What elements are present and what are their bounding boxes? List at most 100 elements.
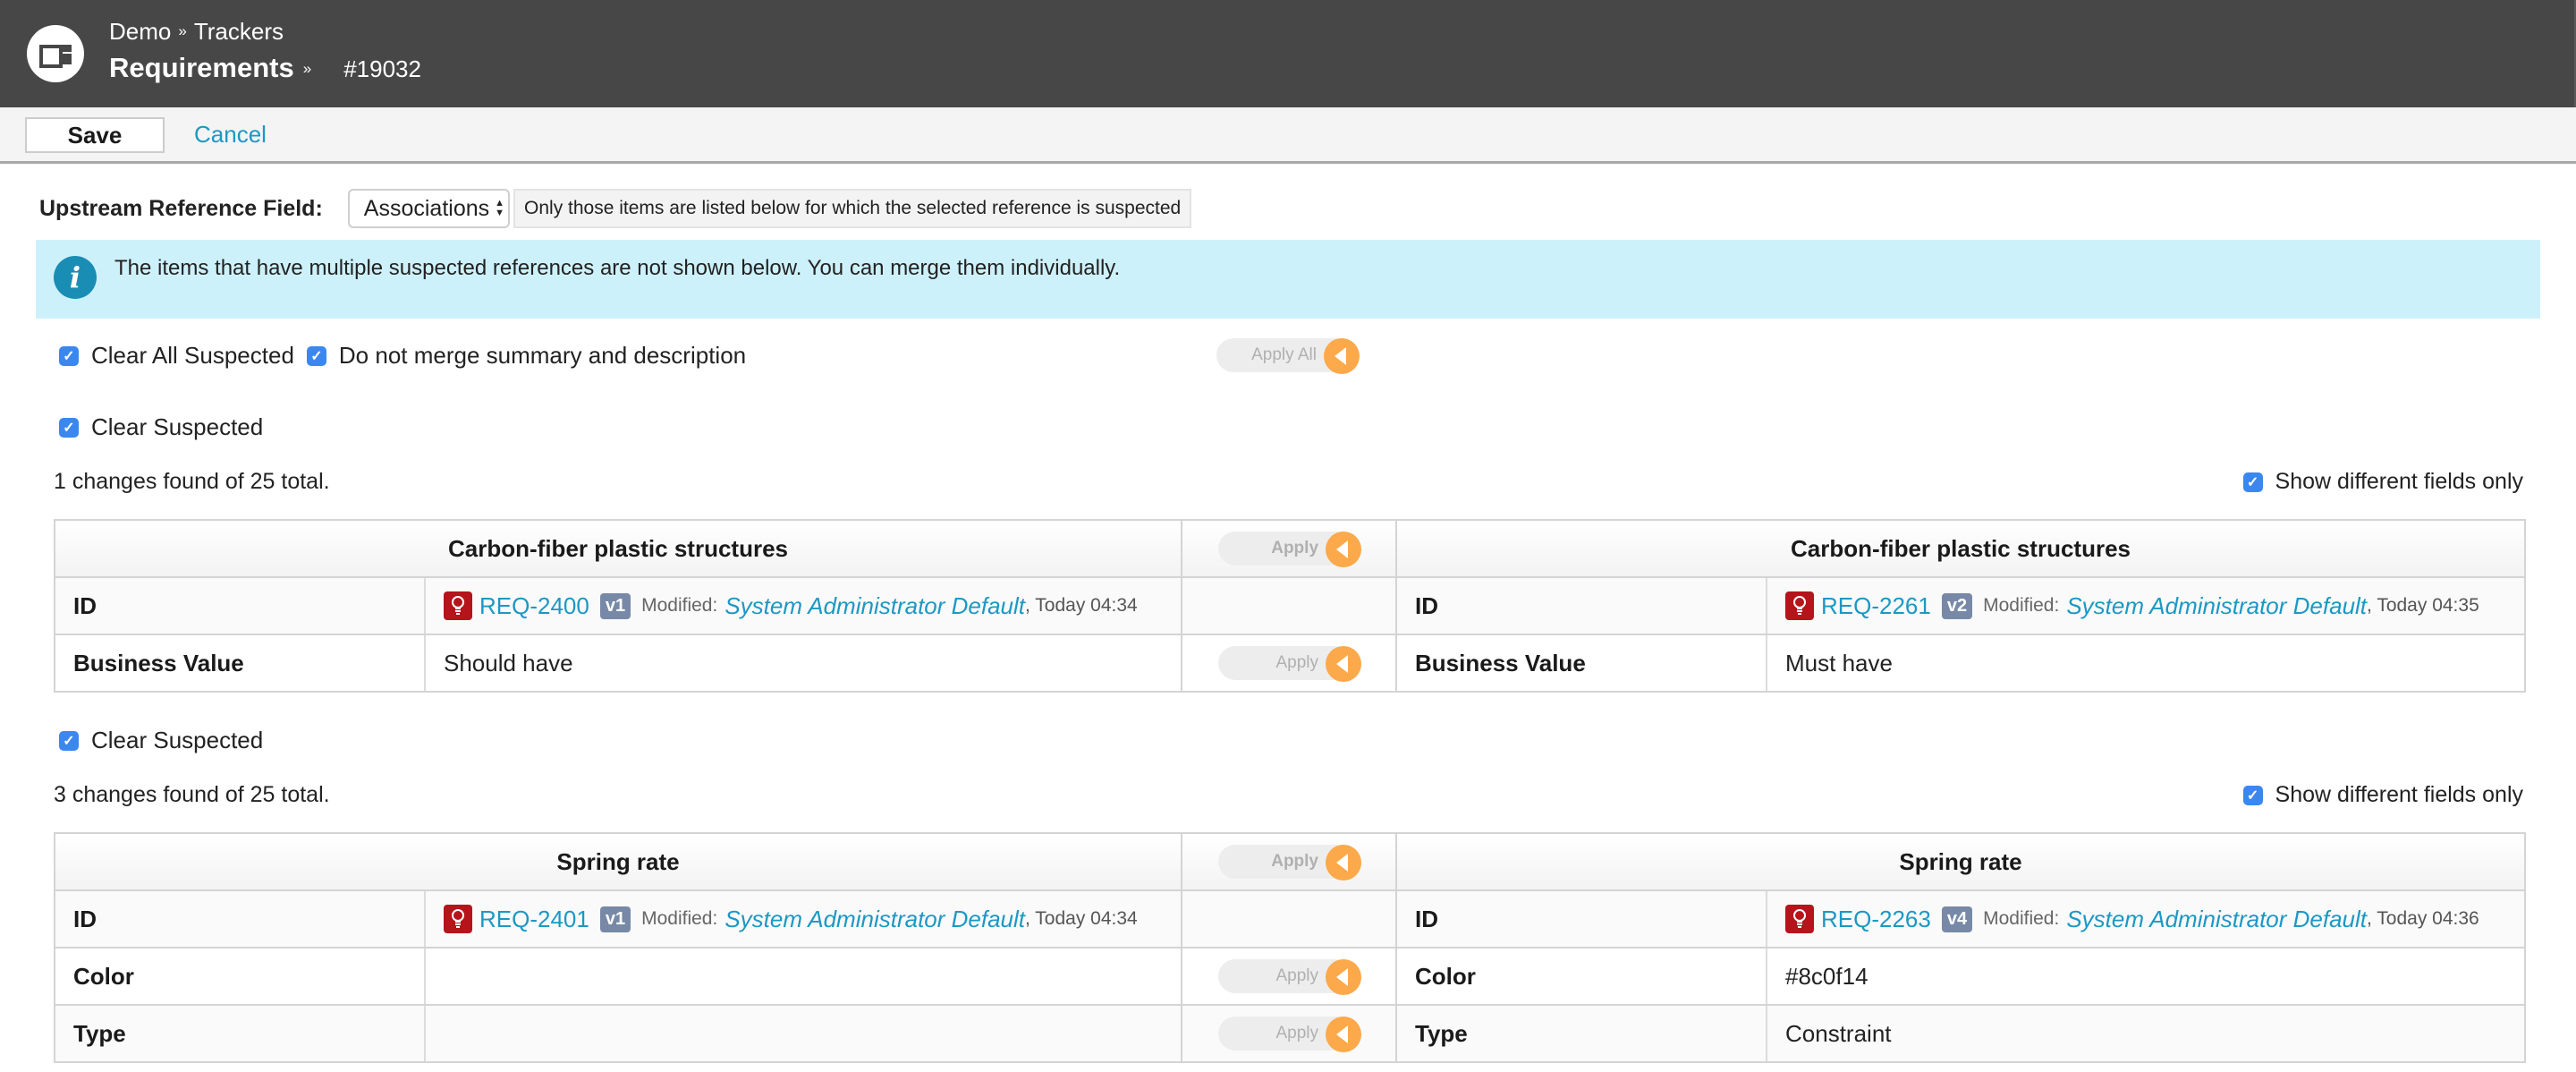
arrow-left-icon <box>1326 532 1362 567</box>
breadcrumb-separator: » <box>178 22 187 39</box>
table-row: Type Apply Type Constraint <box>54 1004 2526 1063</box>
upstream-reference-row: Upstream Reference Field: Associations ▲… <box>39 188 1192 229</box>
apply-cell: Apply <box>1181 947 1397 1006</box>
field-name: ID <box>1395 576 1768 635</box>
table-row-id: ID REQ-2400 v1 Modified: System Administ… <box>54 576 2527 635</box>
apply-item-button[interactable]: Apply <box>1218 845 1361 881</box>
version-badge: v2 <box>1941 592 1973 619</box>
field-name: ID <box>54 576 426 635</box>
clear-suspected-label[interactable]: Clear Suspected <box>91 413 263 441</box>
apply-cell-empty <box>1181 576 1398 635</box>
do-not-merge-label[interactable]: Do not merge summary and description <box>339 342 746 370</box>
table-row-id: ID REQ-2401 v1 Modified: System Administ… <box>54 889 2526 949</box>
apply-all-button[interactable]: Apply All <box>1216 338 1360 374</box>
modified-time: , Today 04:35 <box>2367 595 2479 616</box>
modified-by-link[interactable]: System Administrator Default <box>724 906 1025 933</box>
arrow-left-icon <box>1326 959 1361 995</box>
do-not-merge-checkbox[interactable]: ✓ <box>306 345 326 366</box>
upstream-reference-select[interactable]: Associations ▲ ▼ <box>347 189 511 228</box>
field-name: ID <box>1395 889 1767 949</box>
arrow-left-icon <box>1326 1017 1361 1052</box>
modified-label: Modified: <box>641 908 718 929</box>
field-name: Color <box>1395 947 1767 1006</box>
upstream-hint: Only those items are listed below for wh… <box>513 189 1192 228</box>
left-id-cell: REQ-2401 v1 Modified: System Administrat… <box>424 889 1182 949</box>
save-button[interactable]: Save <box>25 117 165 153</box>
requirement-bulb-icon <box>1785 591 1815 620</box>
select-arrows-icon: ▲ ▼ <box>495 198 505 218</box>
requirement-link[interactable]: REQ-2263 <box>1821 906 1931 933</box>
section-1-count: 1 changes found of 25 total. <box>54 469 330 494</box>
right-value: #8c0f14 <box>1766 947 2526 1006</box>
show-different-fields-checkbox[interactable]: ✓ <box>2242 472 2263 492</box>
info-icon: i <box>54 256 97 299</box>
show-different-fields-label[interactable]: Show different fields only <box>2275 782 2523 808</box>
info-text: The items that have multiple suspected r… <box>114 256 1121 280</box>
cancel-link[interactable]: Cancel <box>194 121 267 149</box>
right-value: Must have <box>1766 634 2527 693</box>
apply-field-button[interactable]: Apply <box>1218 959 1361 995</box>
section-1-compare-table: Carbon-fiber plastic structures Apply Ca… <box>53 519 2527 693</box>
section-2-show-diff: ✓ Show different fields only <box>2242 782 2523 808</box>
modified-by-link[interactable]: System Administrator Default <box>2066 906 2367 933</box>
breadcrumb: Demo » Trackers <box>109 18 284 46</box>
modified-by-link[interactable]: System Administrator Default <box>724 592 1025 620</box>
apply-field-button[interactable]: Apply <box>1218 646 1362 682</box>
page-title-line: Requirements » #19032 <box>109 52 421 84</box>
clear-suspected-label[interactable]: Clear Suspected <box>91 727 263 754</box>
apply-cell: Apply <box>1181 634 1398 693</box>
modified-time: , Today 04:36 <box>2367 908 2479 929</box>
show-different-fields-label[interactable]: Show different fields only <box>2275 469 2523 495</box>
field-name: Type <box>54 1004 426 1063</box>
clear-suspected-checkbox[interactable]: ✓ <box>59 730 79 751</box>
table-header-row: Carbon-fiber plastic structures Apply Ca… <box>53 519 2527 578</box>
table-header-row: Spring rate Apply Spring rate <box>54 832 2526 891</box>
apply-field-button[interactable]: Apply <box>1218 1017 1361 1052</box>
clear-all-suspected-label[interactable]: Clear All Suspected <box>91 342 294 370</box>
global-options: ✓ Clear All Suspected ✓ Do not merge sum… <box>59 342 758 370</box>
clear-suspected-checkbox[interactable]: ✓ <box>59 417 79 438</box>
action-bar: Save Cancel <box>0 107 2576 164</box>
item-number: #19032 <box>343 55 421 82</box>
requirement-link[interactable]: REQ-2261 <box>1821 592 1931 620</box>
requirement-link[interactable]: REQ-2400 <box>479 592 589 620</box>
requirement-bulb-icon <box>1785 905 1814 933</box>
modified-by-link[interactable]: System Administrator Default <box>2066 592 2367 620</box>
apply-header-cell: Apply <box>1181 519 1398 578</box>
table-row: Business Value Should have Apply Busines… <box>54 634 2527 693</box>
page-title[interactable]: Requirements <box>109 52 294 84</box>
app-logo-icon[interactable] <box>27 25 84 82</box>
left-item-title: Spring rate <box>54 832 1182 891</box>
breadcrumb-trackers[interactable]: Trackers <box>194 18 284 45</box>
left-value: Should have <box>423 634 1183 693</box>
arrow-left-icon <box>1326 845 1361 881</box>
apply-cell-empty <box>1181 889 1397 949</box>
select-value: Associations <box>363 195 490 221</box>
breadcrumb-demo[interactable]: Demo <box>109 18 171 45</box>
left-value <box>424 1004 1182 1063</box>
section-2-compare-table: Spring rate Apply Spring rate ID REQ-240… <box>54 832 2526 1063</box>
right-item-title: Spring rate <box>1395 832 2526 891</box>
breadcrumb-separator: » <box>302 60 312 77</box>
apply-item-button[interactable]: Apply <box>1218 532 1362 567</box>
requirement-link[interactable]: REQ-2401 <box>479 906 589 933</box>
arrow-left-icon <box>1324 338 1360 374</box>
left-item-title: Carbon-fiber plastic structures <box>53 519 1183 578</box>
modified-label: Modified: <box>1983 595 2060 616</box>
version-badge: v4 <box>1941 906 1973 932</box>
right-id-cell: REQ-2261 v2 Modified: System Administrat… <box>1766 576 2527 635</box>
left-id-cell: REQ-2400 v1 Modified: System Administrat… <box>423 576 1183 635</box>
apply-header-cell: Apply <box>1181 832 1397 891</box>
version-badge: v1 <box>599 592 631 619</box>
section-2-count: 3 changes found of 25 total. <box>54 782 330 807</box>
version-badge: v1 <box>599 906 631 932</box>
show-different-fields-checkbox[interactable]: ✓ <box>2242 785 2263 805</box>
clear-all-suspected-checkbox[interactable]: ✓ <box>59 345 79 366</box>
apply-cell: Apply <box>1181 1004 1397 1063</box>
arrow-left-icon <box>1326 646 1362 682</box>
field-name: Business Value <box>1395 634 1768 693</box>
modified-time: , Today 04:34 <box>1025 908 1138 929</box>
section-2-clear-suspected: ✓ Clear Suspected <box>59 727 275 754</box>
modified-label: Modified: <box>641 595 718 616</box>
right-id-cell: REQ-2263 v4 Modified: System Administrat… <box>1766 889 2526 949</box>
